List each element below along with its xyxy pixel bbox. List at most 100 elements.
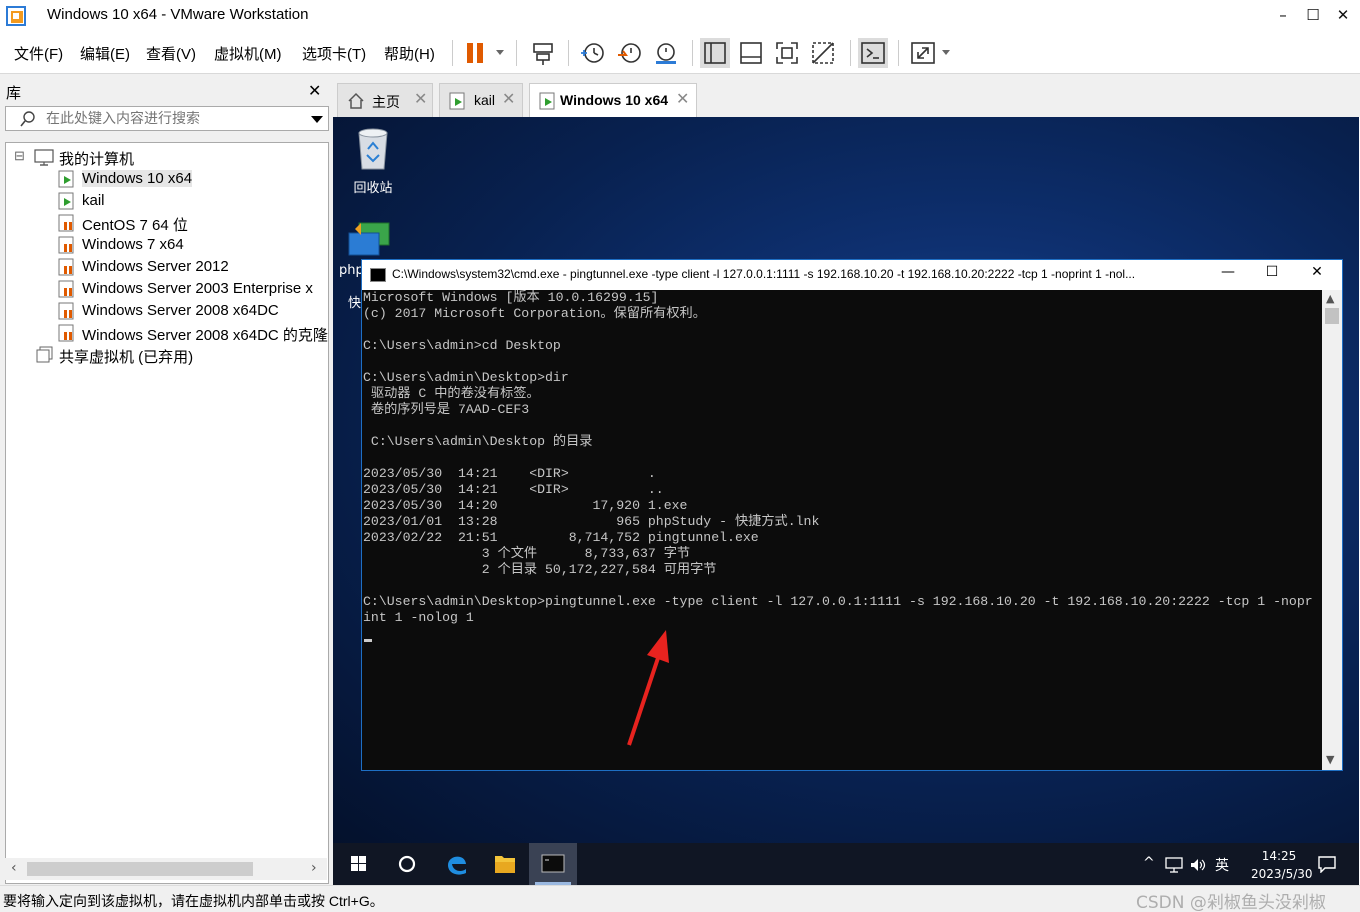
- library-horizontal-scrollbar[interactable]: ‹ ›: [5, 858, 327, 880]
- tree-item-label: Windows 10 x64: [82, 170, 193, 187]
- recycle-bin-icon: [358, 128, 388, 170]
- scroll-down-icon[interactable]: ▼: [1326, 753, 1334, 766]
- tree-item-label: 共享虚拟机 (已弃用): [59, 349, 194, 366]
- scroll-up-icon[interactable]: ▲: [1326, 292, 1334, 305]
- close-button[interactable]: ✕: [1326, 0, 1360, 30]
- library-header: 库 ✕: [0, 78, 333, 104]
- file-explorer-icon[interactable]: [481, 843, 529, 885]
- cmd-close-button[interactable]: ✕: [1297, 264, 1337, 280]
- cmd-line: C:\Users\admin\Desktop>pingtunnel.exe -t…: [363, 594, 1313, 609]
- tab-close-icon[interactable]: ✕: [414, 89, 427, 109]
- menu-edit[interactable]: 编辑(E): [80, 43, 130, 64]
- cmd-line: C:\Users\admin>cd Desktop: [363, 338, 561, 353]
- tree-item-vm[interactable]: CentOS 7 64 位: [58, 212, 328, 234]
- tree-item-shared-vms[interactable]: 共享虚拟机 (已弃用): [36, 344, 326, 366]
- menu-view[interactable]: 查看(V): [146, 43, 196, 64]
- maximize-button[interactable]: ☐: [1296, 0, 1330, 30]
- menu-vm[interactable]: 虚拟机(M): [214, 43, 282, 64]
- stretch-icon[interactable]: [908, 38, 956, 68]
- vm-running-icon: [539, 92, 555, 110]
- desktop-icon-recycle-bin[interactable]: 回收站: [338, 125, 408, 196]
- minimize-button[interactable]: –: [1266, 0, 1300, 30]
- send-ctrl-alt-del-icon[interactable]: [528, 38, 558, 68]
- library-close-button[interactable]: ✕: [308, 81, 321, 100]
- tree-item-vm[interactable]: Windows 7 x64: [58, 234, 328, 256]
- cmd-icon[interactable]: [529, 843, 577, 885]
- library-view-icon[interactable]: [700, 38, 730, 68]
- cortana-icon[interactable]: [383, 843, 431, 885]
- annotation-arrow-icon: [627, 630, 669, 746]
- toolbar-separator: [568, 40, 569, 66]
- clock-date[interactable]: 2023/5/30: [1251, 867, 1313, 881]
- window-title: Windows 10 x64 - VMware Workstation: [47, 6, 309, 23]
- unity-icon[interactable]: [808, 38, 838, 68]
- tree-item-vm[interactable]: Windows Server 2012: [58, 256, 328, 278]
- pause-icon[interactable]: [460, 38, 508, 68]
- edge-icon[interactable]: [433, 843, 481, 885]
- tree-item-my-computer[interactable]: ⊟ 我的计算机: [14, 146, 314, 168]
- snapshot-manager-icon[interactable]: [650, 38, 680, 68]
- menu-help[interactable]: 帮助(H): [384, 43, 435, 64]
- library-panel: 库 ✕ ⊟ 我的计算机 Windows 10 x64 kail CentOS 7 6…: [0, 74, 333, 885]
- cmd-line: [363, 322, 1313, 338]
- scroll-right-icon[interactable]: ›: [311, 860, 317, 876]
- cmd-window[interactable]: C:\Windows\system32\cmd.exe - pingtunnel…: [361, 259, 1343, 771]
- notification-icon[interactable]: [1317, 855, 1337, 873]
- text-cursor: [364, 639, 372, 642]
- cmd-line: [363, 418, 1313, 434]
- toolbar-separator: [850, 40, 851, 66]
- fullscreen-icon[interactable]: [772, 38, 802, 68]
- toolbar-separator: [898, 40, 899, 66]
- console-icon[interactable]: [858, 38, 888, 68]
- desktop-icon-label: 回收站: [353, 181, 393, 196]
- tab-kail[interactable]: kail ✕: [439, 83, 523, 117]
- tree-item-label: Windows Server 2008 x64DC 的克隆: [82, 327, 328, 344]
- tree-item-vm[interactable]: Windows Server 2003 Enterprise x: [58, 278, 328, 300]
- ime-indicator[interactable]: 英: [1215, 855, 1229, 875]
- cmd-console[interactable]: Microsoft Windows [版本 10.0.16299.15] (c) …: [362, 290, 1322, 770]
- status-text: 要将输入定向到该虚拟机，请在虚拟机内部单击或按 Ctrl+G。: [3, 893, 384, 909]
- search-dropdown-icon[interactable]: [311, 116, 323, 123]
- tree-item-label: kail: [82, 192, 105, 209]
- cmd-line: C:\Users\admin\Desktop>dir: [363, 370, 569, 385]
- volume-icon[interactable]: [1189, 857, 1207, 873]
- tab-close-icon[interactable]: ✕: [502, 89, 515, 109]
- tab-home[interactable]: 主页 ✕: [337, 83, 433, 117]
- windows-start-icon[interactable]: [335, 843, 383, 885]
- tray-chevron-icon[interactable]: ^: [1143, 855, 1155, 871]
- tab-windows-10[interactable]: Windows 10 x64 ✕: [529, 83, 697, 118]
- scroll-thumb[interactable]: [27, 862, 253, 876]
- cmd-title: C:\Windows\system32\cmd.exe - pingtunnel…: [392, 267, 1136, 281]
- vm-powered-off-icon: [58, 236, 74, 254]
- vm-desktop[interactable]: 回收站 php 快 C:\Windows\system32\cmd.exe - …: [333, 117, 1359, 843]
- scroll-left-icon[interactable]: ‹: [11, 860, 17, 876]
- thumbnail-view-icon[interactable]: [736, 38, 766, 68]
- tree-item-label: CentOS 7 64 位: [82, 217, 188, 234]
- collapse-icon[interactable]: ⊟: [14, 148, 25, 164]
- snapshot-icon[interactable]: [578, 38, 608, 68]
- cmd-line: 卷的序列号是 7AAD-CEF3: [363, 402, 530, 417]
- computer-icon: [34, 149, 54, 166]
- library-tree: ⊟ 我的计算机 Windows 10 x64 kail CentOS 7 64 位 W…: [5, 142, 329, 884]
- clock-time[interactable]: 14:25: [1253, 849, 1305, 863]
- tree-item-vm[interactable]: kail: [58, 190, 328, 212]
- network-icon[interactable]: [1165, 857, 1183, 873]
- cmd-line: 2023/01/01 13:28 965 phpStudy - 快捷方式.lnk: [363, 514, 820, 529]
- menu-tabs[interactable]: 选项卡(T): [302, 43, 366, 64]
- cmd-title-bar[interactable]: C:\Windows\system32\cmd.exe - pingtunnel…: [362, 260, 1342, 290]
- tree-item-vm[interactable]: Windows Server 2008 x64DC: [58, 300, 328, 322]
- cmd-line: [363, 354, 1313, 370]
- cmd-maximize-button[interactable]: ☐: [1252, 264, 1292, 280]
- search-icon: [20, 111, 35, 127]
- tab-close-icon[interactable]: ✕: [676, 89, 689, 109]
- tree-item-vm[interactable]: Windows Server 2008 x64DC 的克隆: [58, 322, 328, 344]
- scroll-thumb[interactable]: [1325, 308, 1339, 324]
- revert-snapshot-icon[interactable]: [614, 38, 644, 68]
- cmd-minimize-button[interactable]: —: [1208, 264, 1248, 280]
- cmd-vertical-scrollbar[interactable]: ▲ ▼: [1322, 290, 1342, 770]
- toolbar-separator: [452, 40, 453, 66]
- library-search[interactable]: [5, 106, 329, 131]
- library-search-input[interactable]: [46, 109, 296, 128]
- tree-item-vm[interactable]: Windows 10 x64: [58, 168, 328, 190]
- menu-file[interactable]: 文件(F): [14, 43, 63, 64]
